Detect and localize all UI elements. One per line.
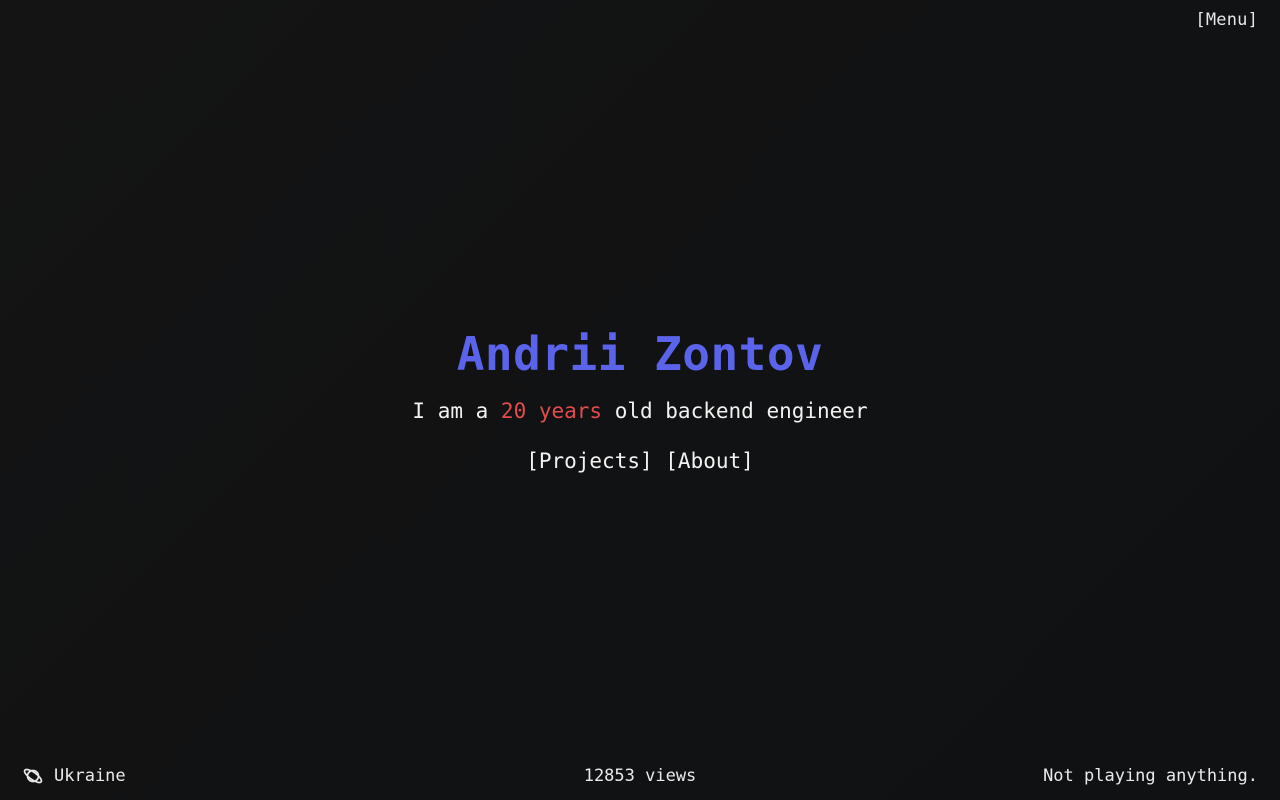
projects-link[interactable]: [Projects] <box>526 449 652 473</box>
tagline-suffix: old backend engineer <box>602 399 868 423</box>
tagline: I am a 20 years old backend engineer <box>0 396 1280 426</box>
page-title: Andrii Zontov <box>456 327 824 381</box>
about-link[interactable]: [About] <box>665 449 754 473</box>
menu-button[interactable]: [Menu] <box>1195 10 1258 30</box>
tagline-prefix: I am a <box>412 399 501 423</box>
hero-section: Andrii Zontov I am a 20 years old backen… <box>0 326 1280 476</box>
now-playing-status: Not playing anything. <box>1043 766 1258 786</box>
age-highlight: 20 years <box>500 399 603 423</box>
nav-links: [Projects] [About] <box>0 446 1280 476</box>
